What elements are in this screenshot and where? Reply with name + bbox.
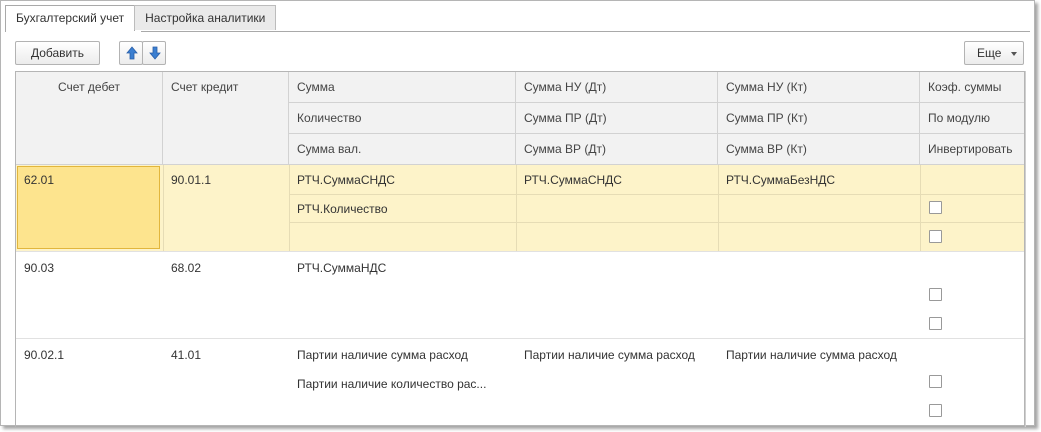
tab-accounting[interactable]: Бухгалтерский учет bbox=[5, 5, 136, 32]
checkbox-by-module[interactable] bbox=[929, 375, 942, 388]
form-window: Бухгалтерский учет Настройка аналитики Д… bbox=[0, 0, 1035, 427]
cell-sum-nu-dt[interactable]: РТЧ.СуммаСНДС bbox=[516, 165, 718, 194]
tab-analytics-settings[interactable]: Настройка аналитики bbox=[134, 5, 277, 30]
header-debit[interactable]: Счет дебет bbox=[16, 72, 163, 165]
cell-credit[interactable]: 41.01 bbox=[163, 340, 289, 369]
entries-table: Счет дебет Счет кредит Сумма Количество … bbox=[15, 71, 1025, 427]
arrow-up-icon bbox=[126, 46, 138, 60]
more-label: Еще bbox=[977, 46, 1002, 60]
header-sum-pr-kt[interactable]: Сумма ПР (Кт) bbox=[718, 103, 920, 134]
tab-divider bbox=[5, 31, 1030, 32]
header-sum-vr-kt[interactable]: Сумма ВР (Кт) bbox=[718, 134, 920, 165]
move-down-button[interactable] bbox=[142, 41, 166, 65]
add-button[interactable]: Добавить bbox=[15, 41, 100, 65]
header-sum-currency[interactable]: Сумма вал. bbox=[289, 134, 516, 165]
header-sum[interactable]: Сумма bbox=[289, 72, 516, 103]
header-sum-pr-dt[interactable]: Сумма ПР (Дт) bbox=[516, 103, 718, 134]
checkbox-by-module[interactable] bbox=[929, 288, 942, 301]
cell-sum-nu-kt[interactable]: Партии наличие сумма расход bbox=[718, 340, 920, 369]
cell-sum[interactable]: РТЧ.СуммаНДС bbox=[289, 253, 516, 282]
cell-sum[interactable]: Партии наличие сумма расход bbox=[289, 340, 516, 369]
arrow-down-icon bbox=[149, 46, 161, 60]
chevron-down-icon bbox=[1011, 52, 1017, 56]
header-by-module[interactable]: По модулю bbox=[920, 103, 1024, 134]
header-sum-vr-dt[interactable]: Сумма ВР (Дт) bbox=[516, 134, 718, 165]
checkbox-by-module[interactable] bbox=[929, 201, 942, 214]
cell-debit[interactable]: 90.02.1 bbox=[16, 340, 163, 369]
cell-quantity[interactable]: РТЧ.Количество bbox=[289, 194, 516, 223]
checkbox-invert[interactable] bbox=[929, 404, 942, 417]
cell-debit[interactable]: 62.01 bbox=[16, 165, 163, 194]
header-invert[interactable]: Инвертировать bbox=[920, 134, 1024, 165]
cell-sum-nu-kt[interactable]: РТЧ.СуммаБезНДС bbox=[718, 165, 920, 194]
header-quantity[interactable]: Количество bbox=[289, 103, 516, 134]
header-credit[interactable]: Счет кредит bbox=[163, 72, 289, 165]
cell-quantity[interactable]: Партии наличие количество рас... bbox=[289, 369, 516, 398]
table-right-border bbox=[1025, 71, 1026, 427]
cell-credit[interactable]: 90.01.1 bbox=[163, 165, 289, 194]
checkbox-invert[interactable] bbox=[929, 230, 942, 243]
cell-sum[interactable]: РТЧ.СуммаСНДС bbox=[289, 165, 516, 194]
header-coef[interactable]: Коэф. суммы bbox=[920, 72, 1024, 103]
checkbox-invert[interactable] bbox=[929, 317, 942, 330]
cell-credit[interactable]: 68.02 bbox=[163, 253, 289, 282]
cell-sum-nu-dt[interactable]: Партии наличие сумма расход bbox=[516, 340, 718, 369]
tab-strip: Бухгалтерский учет Настройка аналитики bbox=[5, 5, 277, 32]
move-up-button[interactable] bbox=[119, 41, 143, 65]
toolbar: Добавить Еще bbox=[15, 41, 1024, 65]
more-button[interactable]: Еще bbox=[964, 41, 1024, 65]
cell-debit[interactable]: 90.03 bbox=[16, 253, 163, 282]
header-sum-nu-dt[interactable]: Сумма НУ (Дт) bbox=[516, 72, 718, 103]
header-sum-nu-kt[interactable]: Сумма НУ (Кт) bbox=[718, 72, 920, 103]
